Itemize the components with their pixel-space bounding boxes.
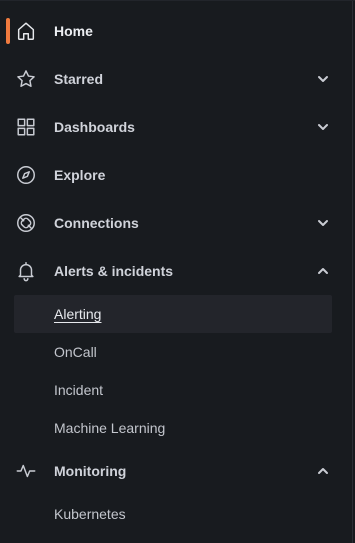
chevron-up-icon[interactable] xyxy=(316,464,330,478)
nav-item-connections[interactable]: Connections xyxy=(0,199,352,247)
nav-item-alerts-incidents[interactable]: Alerts & incidents xyxy=(0,247,352,295)
heartbeat-icon xyxy=(14,459,38,483)
sub-item-incident[interactable]: Incident xyxy=(14,371,332,409)
nav-item-label: Alerts & incidents xyxy=(54,263,174,279)
sub-item-label: Alerting xyxy=(54,306,102,322)
sub-item-alerting[interactable]: Alerting xyxy=(14,295,332,333)
sub-item-machine-learning[interactable]: Machine Learning xyxy=(14,409,332,447)
connections-icon xyxy=(14,211,38,235)
sub-item-label: Machine Learning xyxy=(54,420,166,436)
active-indicator xyxy=(6,18,10,44)
sub-item-label: Kubernetes xyxy=(54,506,126,522)
nav-item-starred[interactable]: Starred xyxy=(0,55,352,103)
chevron-down-icon[interactable] xyxy=(316,72,330,86)
nav-item-label: Starred xyxy=(54,71,104,87)
compass-icon xyxy=(14,163,38,187)
top-divider xyxy=(0,0,355,1)
nav-item-label: Home xyxy=(54,23,93,39)
nav-item-dashboards[interactable]: Dashboards xyxy=(0,103,352,151)
nav-sidebar: Home Starred Dashboards Explore Connecti… xyxy=(0,0,355,543)
chevron-up-icon[interactable] xyxy=(316,264,330,278)
nav-item-label: Connections xyxy=(54,215,139,231)
bell-icon xyxy=(14,259,38,283)
sub-item-label: Incident xyxy=(54,382,104,398)
dashboards-grid-icon xyxy=(14,115,38,139)
star-icon xyxy=(14,67,38,91)
nav-item-explore[interactable]: Explore xyxy=(0,151,352,199)
nav-item-label: Dashboards xyxy=(54,119,135,135)
chevron-down-icon[interactable] xyxy=(316,120,330,134)
home-icon xyxy=(14,19,38,43)
chevron-down-icon[interactable] xyxy=(316,216,330,230)
sub-item-label: OnCall xyxy=(54,344,97,360)
sub-item-kubernetes[interactable]: Kubernetes xyxy=(14,495,332,533)
sub-item-oncall[interactable]: OnCall xyxy=(14,333,332,371)
nav-item-monitoring[interactable]: Monitoring xyxy=(0,447,352,495)
nav-item-label: Monitoring xyxy=(54,463,127,479)
nav-item-home[interactable]: Home xyxy=(0,7,352,55)
nav-item-label: Explore xyxy=(54,167,106,183)
